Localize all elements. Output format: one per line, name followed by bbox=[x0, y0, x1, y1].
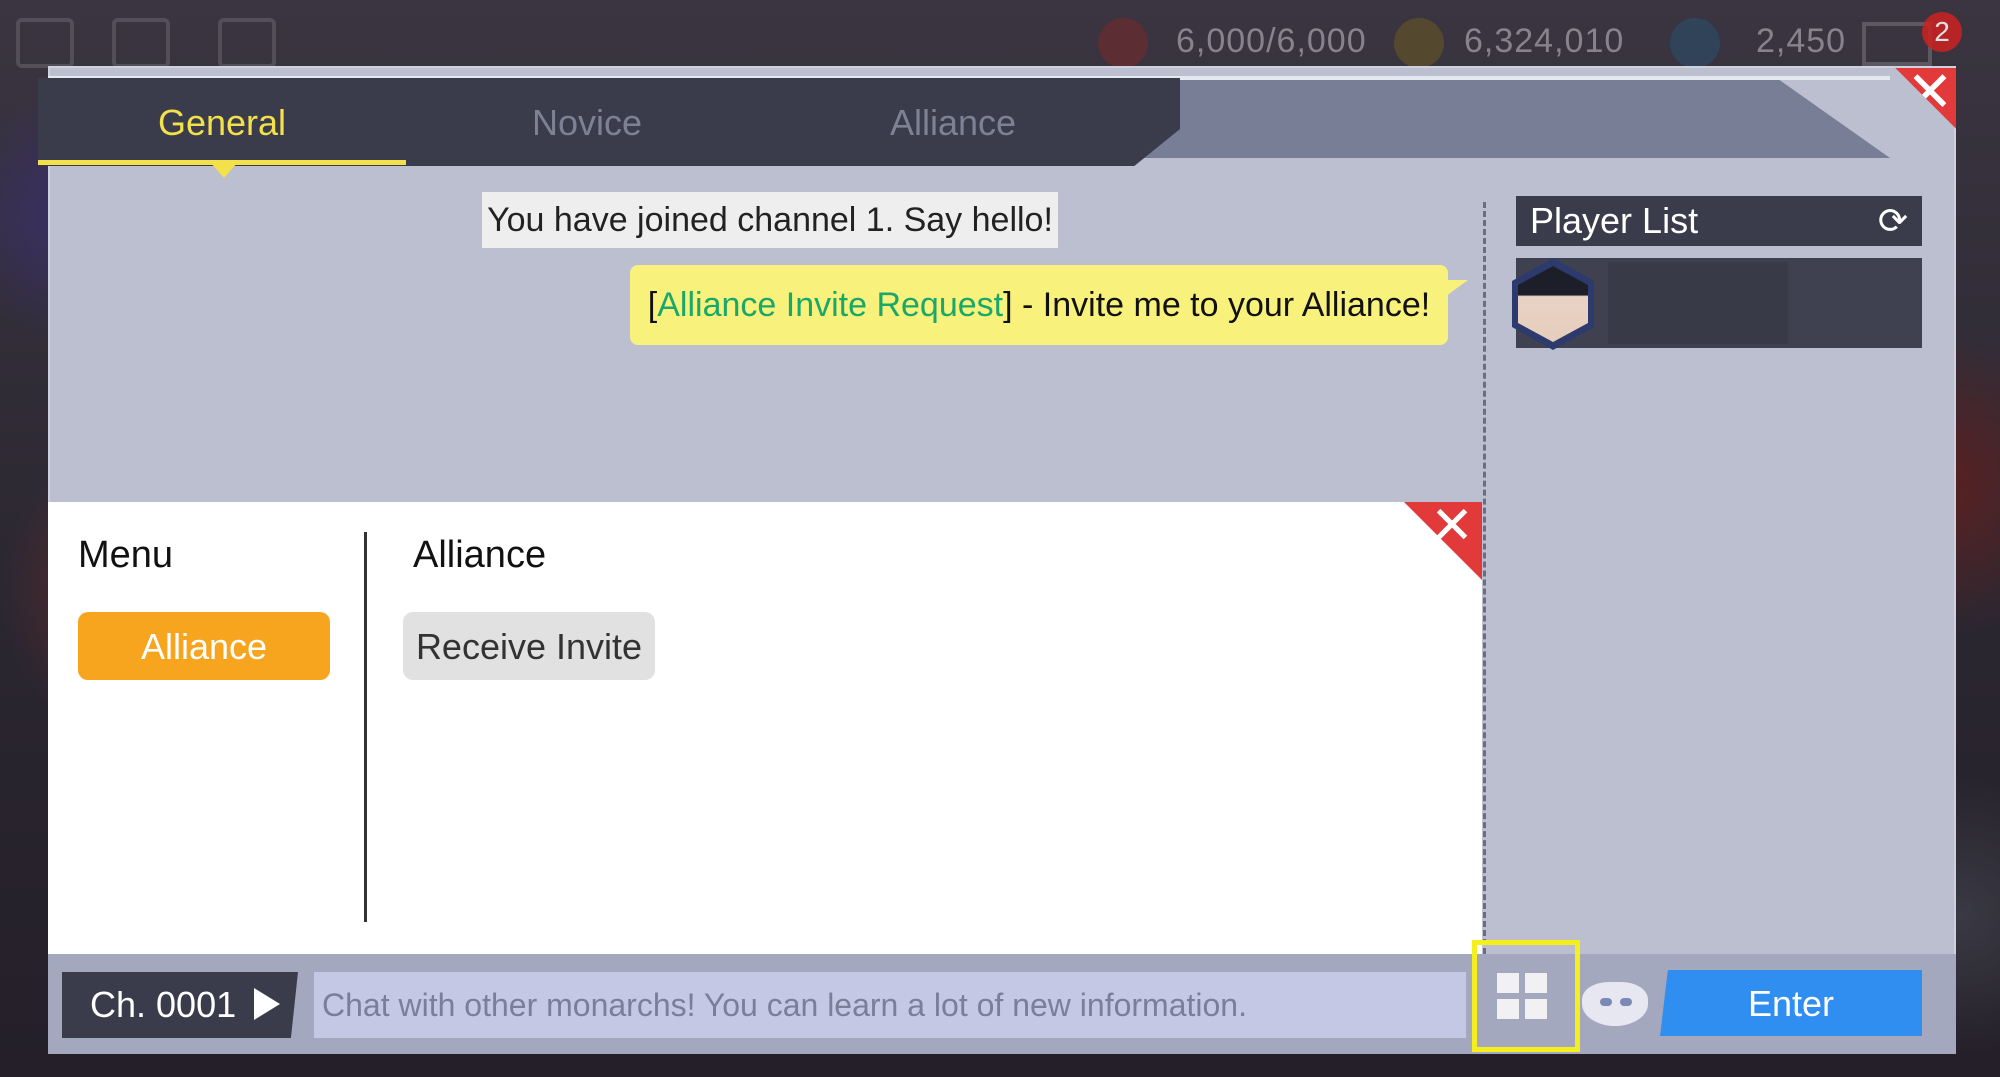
grid-icon-cell bbox=[1525, 999, 1547, 1019]
tab-general[interactable]: General bbox=[38, 90, 406, 156]
menu-popup bbox=[48, 502, 1482, 954]
bubble-tail bbox=[1446, 280, 1468, 296]
tab-novice[interactable]: Novice bbox=[406, 90, 768, 156]
grid-icon bbox=[1497, 973, 1519, 993]
invite-message-text: ] - Invite me to your Alliance! bbox=[1003, 286, 1431, 324]
system-message: You have joined channel 1. Say hello! bbox=[482, 192, 1058, 248]
refresh-icon[interactable]: ⟳ bbox=[1874, 202, 1912, 240]
calendar-icon[interactable] bbox=[112, 18, 170, 68]
chat-input[interactable] bbox=[314, 972, 1466, 1038]
player-name-slot bbox=[1608, 262, 1788, 344]
emoji-eye bbox=[1620, 998, 1632, 1006]
chat-divider bbox=[1483, 202, 1486, 954]
play-icon[interactable] bbox=[254, 988, 280, 1020]
player-list-header: Player List bbox=[1516, 196, 1922, 246]
menu-separator bbox=[364, 532, 367, 922]
menu-title: Menu bbox=[78, 534, 174, 576]
grid-icon-cell bbox=[1497, 999, 1519, 1019]
tab-alliance[interactable]: Alliance bbox=[768, 90, 1138, 156]
active-tab-caret bbox=[210, 162, 238, 178]
top-resource-bar: 6,000/6,000 6,324,010 2,450 2 bbox=[0, 0, 2000, 70]
chat-message-bubble: [Alliance Invite Request] - Invite me to… bbox=[630, 265, 1448, 345]
enter-button[interactable]: Enter bbox=[1660, 970, 1922, 1036]
gold-value: 6,324,010 bbox=[1464, 22, 1625, 60]
gold-icon bbox=[1394, 18, 1444, 68]
emoji-eye bbox=[1600, 998, 1612, 1006]
emoji-button[interactable] bbox=[1582, 978, 1652, 1030]
shop-bag-icon[interactable] bbox=[218, 18, 276, 68]
menu-alliance-button[interactable]: Alliance bbox=[78, 612, 330, 680]
alliance-invite-request-link[interactable]: Alliance Invite Request bbox=[657, 286, 1003, 324]
emoji-icon bbox=[1582, 982, 1648, 1026]
stamina-value: 6,000/6,000 bbox=[1176, 22, 1367, 60]
gem-value: 2,450 bbox=[1756, 22, 1847, 60]
quest-icon[interactable] bbox=[16, 18, 74, 68]
stamina-icon bbox=[1098, 18, 1148, 68]
gem-icon bbox=[1670, 18, 1720, 68]
invite-bracket-open: [ bbox=[647, 286, 658, 324]
receive-invite-button[interactable]: Receive Invite bbox=[403, 612, 655, 680]
mail-badge: 2 bbox=[1922, 12, 1962, 52]
grid-menu-button[interactable] bbox=[1472, 940, 1580, 1052]
grid-icon-cell bbox=[1525, 973, 1547, 993]
alliance-section-title: Alliance bbox=[413, 534, 547, 576]
